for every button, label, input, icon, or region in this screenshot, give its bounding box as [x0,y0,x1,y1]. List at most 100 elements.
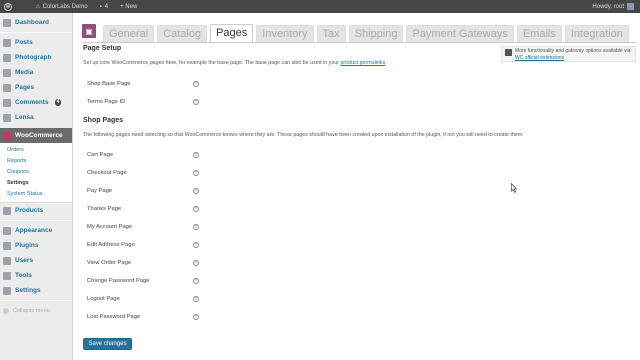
woocommerce-icon [3,131,11,140]
tab-payment-gateways[interactable]: Payment Gateways [406,25,514,42]
tab-pages[interactable]: Pages [210,24,254,42]
woocommerce-box-icon [505,49,512,56]
admin-bar: W ⌂ ColorLabs Demo ▪ 4 + New Howdy, root [0,0,640,13]
sidebar-item-label: Tools [15,272,32,279]
submenu-reports[interactable]: Reports [0,156,72,167]
setting-row-cart-page: Cart Page? [87,150,207,160]
submenu-orders[interactable]: Orders [0,145,72,156]
page-setup-heading: Page Setup [83,45,122,52]
help-icon[interactable]: ? [193,170,199,176]
sidebar-item-appearance[interactable]: Appearance [0,223,72,238]
setting-row-checkout-page: Checkout Page? [87,168,207,178]
tab-tax[interactable]: Tax [316,25,346,42]
sidebar-item-plugins[interactable]: Plugins [0,238,72,253]
setting-row-view-order-page: View Order Page? [87,258,207,268]
tab-shipping[interactable]: Shipping [348,25,404,42]
sidebar-item-lensa[interactable]: Lensa [0,110,72,125]
help-icon[interactable]: ? [193,188,199,194]
sidebar-item-products[interactable]: Products [0,203,72,218]
setting-label: Edit Address Page [87,242,135,248]
site-name-link[interactable]: ⌂ ColorLabs Demo [30,0,94,13]
help-icon[interactable]: ? [193,242,199,248]
setting-label: Pay Page [87,188,113,194]
products-icon [3,206,11,215]
sidebar-item-label: Appearance [15,227,53,234]
sidebar-item-label: Photograph [15,54,52,61]
sidebar-item-comments[interactable]: Comments 4 [0,95,72,110]
setting-label: My Account Page [87,224,133,230]
help-icon[interactable]: ? [193,99,199,105]
save-changes-button[interactable]: Save changes [83,338,132,350]
wordpress-logo-icon[interactable]: W [0,0,16,13]
comment-bubble-icon: ▪ [99,3,102,10]
sidebar-item-pages[interactable]: Pages [0,80,72,95]
tools-icon [3,271,11,280]
setting-label: Change Password Page [87,278,150,284]
users-icon [3,256,11,265]
help-icon[interactable]: ? [193,260,199,266]
setting-row-terms-page-id: Terms Page ID? [87,97,207,107]
sidebar-item-label: WooCommerce [15,132,63,139]
posts-icon [3,38,11,47]
submenu-system-status[interactable]: System Status [0,189,72,200]
sidebar-item-woocommerce[interactable]: WooCommerce [0,128,72,143]
product-permalinks-link[interactable]: product permalinks [340,60,385,66]
new-content-link[interactable]: + New [114,0,143,13]
new-label: + New [120,3,138,10]
avatar [627,3,634,10]
dashboard-icon [3,18,11,27]
howdy-label: Howdy, root [592,3,624,10]
help-icon[interactable]: ? [193,278,199,284]
menu-separator [0,220,72,221]
comments-link[interactable]: ▪ 4 [94,0,114,13]
wc-extensions-link[interactable]: WC official extensions [515,55,564,61]
setting-row-logout-page: Logout Page? [87,294,207,304]
pages-icon [3,83,11,92]
collapse-arrow-icon [3,307,9,314]
sidebar-item-tools[interactable]: Tools [0,268,72,283]
sidebar-item-posts[interactable]: Posts [0,35,72,50]
woocommerce-icon: ▣ [82,24,96,38]
tab-emails[interactable]: Emails [516,25,562,42]
sidebar-item-dashboard[interactable]: Dashboard [0,15,72,30]
site-name-label: ColorLabs Demo [42,3,88,10]
help-icon[interactable]: ? [193,314,199,320]
collapse-menu-button[interactable]: Collapse menu [0,303,72,318]
sidebar-item-label: Media [15,69,34,76]
help-icon[interactable]: ? [193,81,199,87]
help-icon[interactable]: ? [193,206,199,212]
setting-label: Shop Base Page [87,81,131,87]
tab-integration[interactable]: Integration [564,25,629,42]
menu-separator [0,300,72,301]
sidebar-item-photograph[interactable]: Photograph [0,50,72,65]
settings-tabs: ▣ General Catalog Pages Inventory Tax Sh… [82,20,632,42]
extensions-notice: More functionality and gateway options a… [501,46,636,62]
sidebar-item-users[interactable]: Users [0,253,72,268]
tab-inventory[interactable]: Inventory [256,25,314,42]
menu-separator [0,32,72,33]
sidebar-item-label: Settings [15,287,41,294]
help-icon[interactable]: ? [193,224,199,230]
lensa-icon [3,113,11,122]
help-icon[interactable]: ? [193,296,199,302]
setting-row-change-password-page: Change Password Page? [87,276,207,286]
tab-catalog[interactable]: Catalog [157,25,208,42]
tab-general[interactable]: General [103,25,155,42]
main-content: ▣ General Catalog Pages Inventory Tax Sh… [74,13,640,360]
setting-label: Thanks Page [87,206,122,212]
comments-badge: 4 [54,99,62,106]
sidebar-item-settings[interactable]: Settings [0,283,72,298]
sidebar-item-label: Comments [15,99,49,106]
submenu-coupons[interactable]: Coupons [0,167,72,178]
setting-row-edit-address-page: Edit Address Page? [87,240,207,250]
user-account-menu[interactable]: Howdy, root [592,3,640,10]
help-icon[interactable]: ? [193,152,199,158]
setting-label: Lost Password Page [87,314,141,320]
sidebar-item-media[interactable]: Media [0,65,72,80]
plugins-icon [3,241,11,250]
setting-label: View Order Page [87,260,132,266]
sidebar-item-label: Users [15,257,34,264]
sidebar-item-label: Lensa [15,114,34,121]
comments-icon [3,98,11,107]
submenu-settings[interactable]: Settings [0,178,72,189]
